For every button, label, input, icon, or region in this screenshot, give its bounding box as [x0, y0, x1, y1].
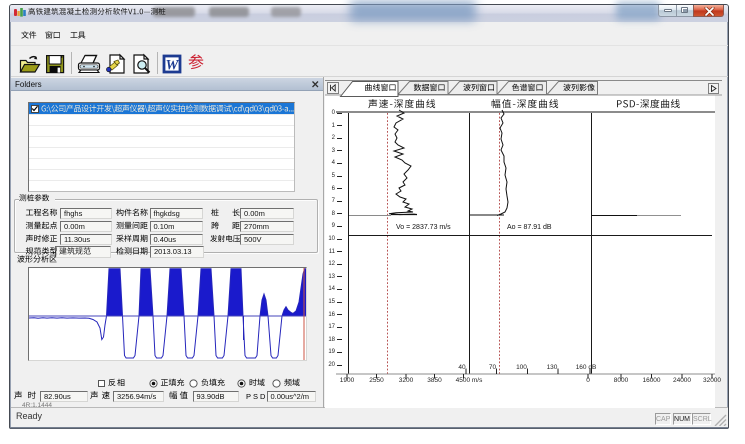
svg-text:W: W: [166, 58, 180, 74]
